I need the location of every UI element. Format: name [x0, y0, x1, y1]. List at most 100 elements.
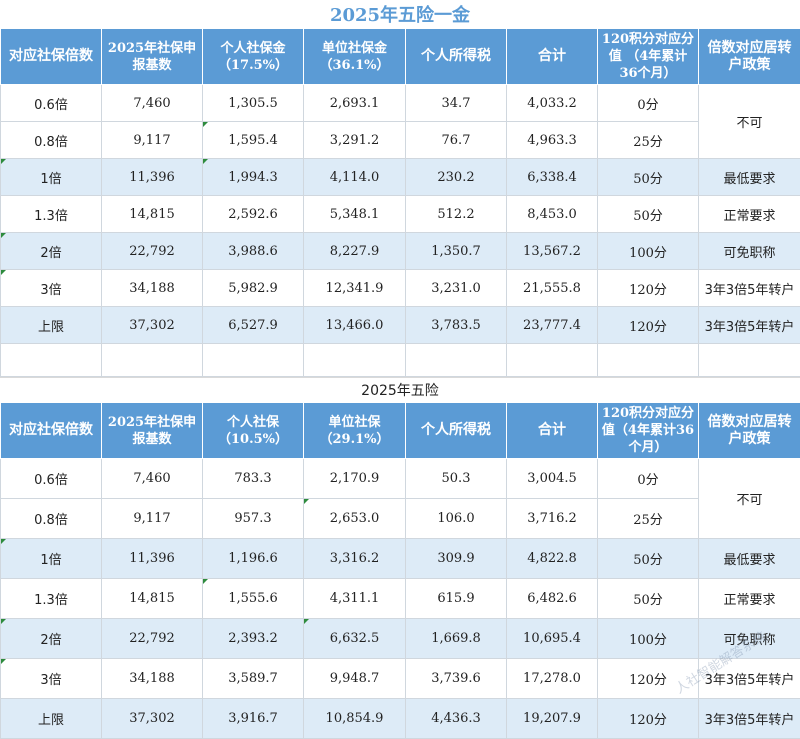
cell-points: 50分 — [597, 158, 699, 196]
cell-employer: 9,948.7 — [303, 658, 406, 699]
cell-total: 3,004.5 — [506, 458, 598, 499]
table-title-five-insurances-one-fund: 2025年五险一金 — [0, 0, 800, 29]
cell-employer: 12,341.9 — [303, 269, 406, 307]
cell-empty — [101, 343, 203, 377]
cell-base: 14,815 — [101, 195, 203, 233]
table-row: 上限 37,302 3,916.7 10,854.9 4,436.3 19,20… — [0, 698, 800, 739]
cell-employer: 6,632.5 — [303, 618, 406, 659]
cell-employer: 3,291.2 — [303, 121, 406, 159]
cell-personal: 1,555.6 — [202, 578, 304, 619]
cell-base: 37,302 — [101, 698, 203, 739]
cell-base: 7,460 — [101, 458, 203, 499]
cell-employer: 2,693.1 — [303, 84, 406, 122]
cell-tax: 230.2 — [405, 158, 507, 196]
cell-policy: 正常要求 — [698, 578, 800, 619]
cell-total: 17,278.0 — [506, 658, 598, 699]
cell-total: 6,482.6 — [506, 578, 598, 619]
cell-multiplier: 1.3倍 — [0, 578, 102, 619]
cell-personal: 2,592.6 — [202, 195, 304, 233]
cell-multiplier: 3倍 — [0, 269, 102, 307]
cell-base: 37,302 — [101, 306, 203, 344]
cell-multiplier: 1倍 — [0, 538, 102, 579]
header-employer: 单位社保金（36.1%） — [303, 28, 406, 85]
cell-personal: 2,393.2 — [202, 618, 304, 659]
header-policy: 倍数对应居转户政策 — [698, 28, 800, 85]
cell-tax: 309.9 — [405, 538, 507, 579]
cell-personal: 1,305.5 — [202, 84, 304, 122]
cell-multiplier: 0.6倍 — [0, 458, 102, 499]
cell-tax: 50.3 — [405, 458, 507, 499]
cell-multiplier: 3倍 — [0, 658, 102, 699]
cell-personal: 3,916.7 — [202, 698, 304, 739]
cell-total: 10,695.4 — [506, 618, 598, 659]
cell-tax: 512.2 — [405, 195, 507, 233]
cell-policy: 正常要求 — [698, 195, 800, 233]
cell-total: 4,963.3 — [506, 121, 598, 159]
cell-total: 21,555.8 — [506, 269, 598, 307]
cell-personal: 957.3 — [202, 498, 304, 539]
cell-empty — [698, 343, 800, 377]
header-points: 120积分对应分值 （4年累计36个月） — [597, 28, 699, 85]
cell-personal: 5,982.9 — [202, 269, 304, 307]
cell-empty — [0, 343, 102, 377]
header-base: 2025年社保申报基数 — [101, 402, 203, 459]
cell-policy: 可免职称 — [698, 232, 800, 270]
cell-points: 50分 — [597, 195, 699, 233]
cell-total: 23,777.4 — [506, 306, 598, 344]
header-points: 120积分对应分值（4年累计36个月） — [597, 402, 699, 459]
table-header-row: 对应社保倍数 2025年社保申报基数 个人社保金（17.5%） 单位社保金（36… — [0, 28, 800, 85]
cell-empty — [202, 343, 304, 377]
cell-multiplier: 2倍 — [0, 618, 102, 659]
cell-policy: 不可 — [698, 84, 800, 159]
cell-base: 34,188 — [101, 658, 203, 699]
cell-employer: 3,316.2 — [303, 538, 406, 579]
table-row: 3倍 34,188 3,589.7 9,948.7 3,739.6 17,278… — [0, 658, 800, 699]
cell-points: 120分 — [597, 698, 699, 739]
cell-tax: 4,436.3 — [405, 698, 507, 739]
cell-base: 9,117 — [101, 498, 203, 539]
cell-multiplier: 1倍 — [0, 158, 102, 196]
table-row: 1.3倍 14,815 1,555.6 4,311.1 615.9 6,482.… — [0, 578, 800, 619]
cell-personal: 3,589.7 — [202, 658, 304, 699]
cell-points: 100分 — [597, 618, 699, 659]
cell-multiplier: 0.6倍 — [0, 84, 102, 122]
cell-base: 14,815 — [101, 578, 203, 619]
cell-total: 6,338.4 — [506, 158, 598, 196]
cell-policy: 3年3倍5年转户 — [698, 698, 800, 739]
header-tax: 个人所得税 — [405, 402, 507, 459]
header-total: 合计 — [506, 28, 598, 85]
table-row: 2倍 22,792 3,988.6 8,227.9 1,350.7 13,567… — [0, 232, 800, 270]
cell-personal: 1,595.4 — [202, 121, 304, 159]
table-row: 1倍 11,396 1,196.6 3,316.2 309.9 4,822.8 … — [0, 538, 800, 579]
cell-points: 25分 — [597, 121, 699, 159]
header-policy: 倍数对应居转户政策 — [698, 402, 800, 459]
header-employer: 单位社保（29.1%） — [303, 402, 406, 459]
cell-tax: 106.0 — [405, 498, 507, 539]
table-row: 2倍 22,792 2,393.2 6,632.5 1,669.8 10,695… — [0, 618, 800, 659]
cell-base: 9,117 — [101, 121, 203, 159]
cell-empty — [405, 343, 507, 377]
cell-empty — [506, 343, 598, 377]
cell-empty — [597, 343, 699, 377]
cell-total: 13,567.2 — [506, 232, 598, 270]
cell-tax: 615.9 — [405, 578, 507, 619]
table-header-row: 对应社保倍数 2025年社保申报基数 个人社保（10.5%） 单位社保（29.1… — [0, 402, 800, 459]
cell-employer: 2,170.9 — [303, 458, 406, 499]
cell-personal: 1,994.3 — [202, 158, 304, 196]
table-row-empty — [0, 343, 800, 377]
header-tax: 个人所得税 — [405, 28, 507, 85]
cell-total: 4,033.2 — [506, 84, 598, 122]
table-row: 3倍 34,188 5,982.9 12,341.9 3,231.0 21,55… — [0, 269, 800, 307]
table-five-insurances: 对应社保倍数 2025年社保申报基数 个人社保（10.5%） 单位社保（29.1… — [0, 402, 800, 739]
cell-points: 120分 — [597, 306, 699, 344]
cell-total: 19,207.9 — [506, 698, 598, 739]
cell-multiplier: 0.8倍 — [0, 121, 102, 159]
table-row: 上限 37,302 6,527.9 13,466.0 3,783.5 23,77… — [0, 306, 800, 344]
cell-multiplier: 0.8倍 — [0, 498, 102, 539]
cell-empty — [303, 343, 406, 377]
cell-base: 11,396 — [101, 538, 203, 579]
cell-base: 34,188 — [101, 269, 203, 307]
cell-policy: 不可 — [698, 458, 800, 539]
cell-policy: 3年3倍5年转户 — [698, 269, 800, 307]
table-row: 0.8倍 9,117 1,595.4 3,291.2 76.7 4,963.3 … — [0, 121, 800, 159]
